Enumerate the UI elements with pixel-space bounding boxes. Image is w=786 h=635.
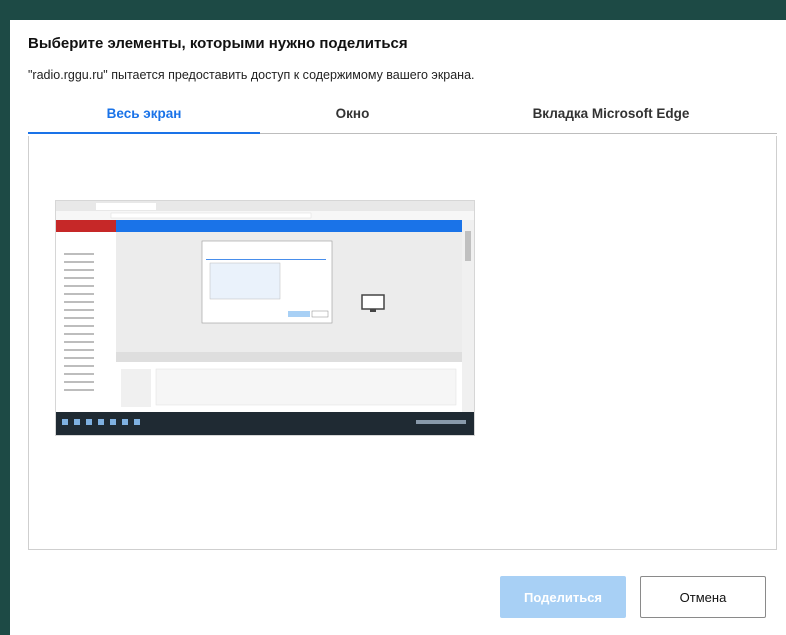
active-tab-indicator xyxy=(28,132,260,134)
tab-entire-screen[interactable]: Весь экран xyxy=(28,98,260,134)
tab-edge-tab[interactable]: Вкладка Microsoft Edge xyxy=(445,98,777,134)
source-tabs: Весь экран Окно Вкладка Microsoft Edge xyxy=(28,98,777,134)
cancel-button[interactable]: Отмена xyxy=(640,576,766,618)
dialog-subtitle: "radio.rggu.ru" пытается предоставить до… xyxy=(28,68,475,82)
tab-window[interactable]: Окно xyxy=(260,98,445,134)
share-button[interactable]: Поделиться xyxy=(500,576,626,618)
preview-area xyxy=(28,136,777,550)
screen-thumbnail-image xyxy=(56,201,474,435)
screen-thumbnail[interactable] xyxy=(55,200,475,436)
share-screen-dialog: Выберите элементы, которыми нужно подели… xyxy=(10,20,786,635)
dialog-title: Выберите элементы, которыми нужно подели… xyxy=(28,35,408,52)
